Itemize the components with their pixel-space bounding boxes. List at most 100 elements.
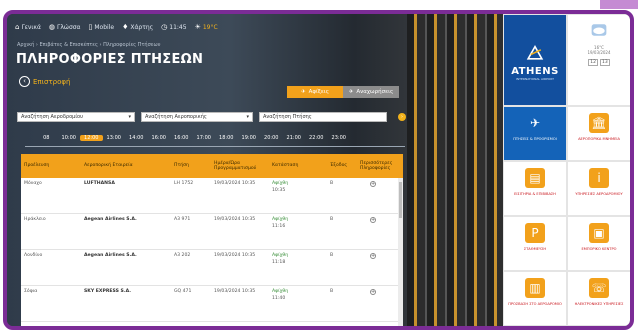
filter-bar: Αναζήτηση Αεροδρομίου ▾ Αναζήτηση Αεροπορ… [17, 112, 387, 122]
header-scheduled: Ημέρα/Ώρα Προγραμματισμού [214, 160, 257, 172]
bus-icon: ▥ [525, 278, 545, 298]
flight-search-input[interactable]: Αναζήτηση Πτήσης [259, 112, 387, 122]
mobile-icon: ▯ [88, 23, 93, 31]
cell-scheduled: 19/03/2024 10:35 [214, 181, 256, 186]
time-slot[interactable]: 12:00 [80, 135, 103, 141]
time-slider: 08 10:00 12:00 13:00 14:00 16:00 16:00 17:00 18:… [35, 135, 350, 141]
time-slot[interactable]: 10:00 [58, 135, 81, 141]
header-airline: Αεροπορική Εταιρεία [84, 163, 133, 169]
time-slot[interactable]: 08 [35, 135, 58, 141]
cell-exit: B [330, 181, 334, 186]
flight-info-panel: ⌂ Γενικά ◍ Γλώσσα ▯ Mobile ♦ Χάρτης ◷ 11:45 ☀… [7, 14, 503, 326]
nav-item-language[interactable]: ◍ Γλώσσα [49, 23, 81, 31]
airport-select[interactable]: Αναζήτηση Αεροδρομίου ▾ [17, 112, 135, 122]
nav-item-mobile[interactable]: ▯ Mobile [89, 23, 115, 31]
cell-status: Αφίχθη 11:16 [269, 214, 327, 249]
time-slot[interactable]: 17:00 [193, 135, 216, 141]
menu-tile[interactable]: ▥ ΠΡΟΣΒΑΣΗ ΣΤΟ ΑΕΡΟΔΡΟΜΙΟ [503, 271, 567, 326]
breadcrumb-item: Πληροφορίες Πτήσεων [98, 42, 161, 48]
breadcrumb-item[interactable]: Επιβάτες & Επισκέπτες [34, 42, 98, 48]
cell-flight: A3 971 [174, 217, 191, 222]
time-slot[interactable]: 16:00 [148, 135, 171, 141]
home-icon: ⌂ [15, 23, 20, 31]
logo-name: ATHENS [511, 66, 559, 78]
time-slot[interactable]: 14:00 [125, 135, 148, 141]
cell-exit: B [330, 253, 334, 258]
table-row[interactable]: Σόφια SKY EXPRESS S.A. GQ 471 19/03/2024 10… [21, 286, 403, 322]
header-flight: Πτήση [174, 163, 189, 169]
cell-scheduled: 19/03/2024 10:35 [214, 289, 256, 294]
expand-plus-icon[interactable]: + [370, 217, 376, 223]
expand-plus-icon[interactable]: + [370, 181, 376, 187]
time-slot[interactable]: 21:00 [283, 135, 306, 141]
expand-plus-icon[interactable]: + [370, 253, 376, 259]
menu-tile[interactable]: ☏ ΗΛΕΚΤΡΟΝΙΚΕΣ ΥΠΗΡΕΣΙΕΣ [567, 271, 630, 326]
airline-select[interactable]: Αναζήτηση Αεροπορικής ▾ [141, 112, 253, 122]
breadcrumb-item[interactable]: Αρχική [17, 42, 34, 48]
tab-departures[interactable]: ✈ Αναχωρήσεις [343, 86, 399, 98]
nav-item-weather: ☀ 19°C [194, 23, 218, 31]
time-slot[interactable]: 23:00 [328, 135, 351, 141]
menu-tile[interactable]: ▣ ΕΜΠΟΡΙΚΟ ΚΕΝΤΡΟ [567, 216, 630, 271]
header-exit: Έξοδος [330, 163, 348, 169]
chevron-down-icon: ▾ [246, 114, 249, 120]
cell-more: + [357, 214, 399, 249]
time-slot[interactable]: 22:00 [305, 135, 328, 141]
menu-tile-label: ΣΤΑΘΜΕΥΣΗ [523, 247, 547, 251]
time-slot[interactable]: 18:00 [215, 135, 238, 141]
cell-status: Αφίχθη 11:18 [269, 250, 327, 285]
clock-icon: ◷ [161, 23, 168, 31]
back-button[interactable]: ‹ Επιστροφή [19, 76, 70, 87]
table-body: Μόναχο LUFTHANSA LH 1752 19/03/2024 10:35 Αφ… [21, 178, 403, 322]
time-slot[interactable]: 20:00 [260, 135, 283, 141]
status-time: 11:16 [272, 223, 286, 229]
menu-tile-label: ΕΙΣΙΤΗΡΙΑ & ΕΠΙΒΙΒΑΣΗ [514, 192, 556, 196]
header-more-info: Περισσότερες Πληροφορίες [360, 160, 393, 172]
airport-logo[interactable]: ATHENS INTERNATIONAL AIRPORT [503, 14, 567, 106]
table-row[interactable]: Μόναχο LUFTHANSA LH 1752 19/03/2024 10:35 Αφ… [21, 178, 403, 214]
time-slot[interactable]: 13:00 [103, 135, 126, 141]
status-time: 11:18 [272, 259, 286, 265]
menu-tile[interactable]: P ΣΤΑΘΜΕΥΣΗ [503, 216, 567, 271]
header-origin: Προέλευση [24, 163, 50, 169]
time-slot[interactable]: 19:00 [238, 135, 261, 141]
nav-item-time: ◷ 11:45 [161, 23, 187, 31]
nav-item-map[interactable]: ♦ Χάρτης [122, 23, 153, 31]
cell-origin: Σόφια [24, 289, 38, 294]
breadcrumb: ΑρχικήΕπιβάτες & ΕπισκέπτεςΠληροφορίες Π… [17, 42, 160, 48]
page-title: ΠΛΗΡΟΦΟΡΙΕΣ ΠΤΗΣΕΩΝ [16, 52, 204, 67]
timeline-track [25, 146, 405, 147]
time-slot[interactable]: 16:00 [170, 135, 193, 141]
table-row[interactable]: Ηράκλειο Aegean Airlines S.A. A3 971 19/03/… [21, 214, 403, 250]
status-label: Αφίχθη [272, 181, 289, 186]
menu-tile[interactable]: ⅰ ΥΠΗΡΕΣΙΕΣ ΑΕΡΟΔΡΟΜΙΟΥ [567, 161, 630, 216]
tab-arrivals[interactable]: ✈ Αφίξεις [287, 86, 343, 98]
menu-tile-label: ΠΤΗΣΕΙΣ & ΠΡΟΟΡΙΣΜΟΙ [513, 137, 557, 141]
weather-cell: 12 [588, 59, 598, 66]
side-menu: ATHENS INTERNATIONAL AIRPORT 16°C 19/03/2… [503, 14, 630, 326]
table-row[interactable]: Λονδίνο Aegean Airlines S.A. A3 202 19/03/2… [21, 250, 403, 286]
plane-landing-icon: ✈ [301, 89, 306, 95]
scroll-thumb[interactable] [399, 182, 402, 218]
ticket-icon: ▤ [525, 168, 545, 188]
shopping-bag-icon: ▣ [589, 223, 609, 243]
table-scrollbar[interactable] [398, 178, 403, 326]
nav-item-home[interactable]: ⌂ Γενικά [15, 23, 41, 31]
cell-origin: Λονδίνο [24, 253, 43, 258]
weather-cell: 13 [600, 59, 610, 66]
menu-tile[interactable]: ▤ ΕΙΣΙΤΗΡΙΑ & ΕΠΙΒΙΒΑΣΗ [503, 161, 567, 216]
cell-airline: LUFTHANSA [84, 181, 115, 186]
menu-tile-label: ΠΡΟΣΒΑΣΗ ΣΤΟ ΑΕΡΟΔΡΟΜΙΟ [508, 302, 562, 306]
status-time: 10:35 [272, 187, 286, 193]
menu-tile[interactable]: 🏛 ΑΕΡΟΠΟΡΙΚΑ ΜΝΗΜΕΙΑ [567, 106, 630, 161]
menu-tile[interactable]: ✈ ΠΤΗΣΕΙΣ & ΠΡΟΟΡΙΣΜΟΙ [503, 106, 567, 161]
cell-flight: LH 1752 [174, 181, 194, 186]
weather-date: 19/03/2024 [587, 50, 611, 55]
expand-plus-icon[interactable]: + [370, 289, 376, 295]
cell-status: Αφίχθη 10:35 [269, 178, 327, 213]
departure-board-background [407, 14, 503, 326]
plane-takeoff-icon: ✈ [348, 89, 354, 95]
search-button[interactable]: › [398, 113, 406, 121]
back-label: Επιστροφή [33, 77, 71, 86]
status-time: 11:40 [272, 295, 286, 301]
